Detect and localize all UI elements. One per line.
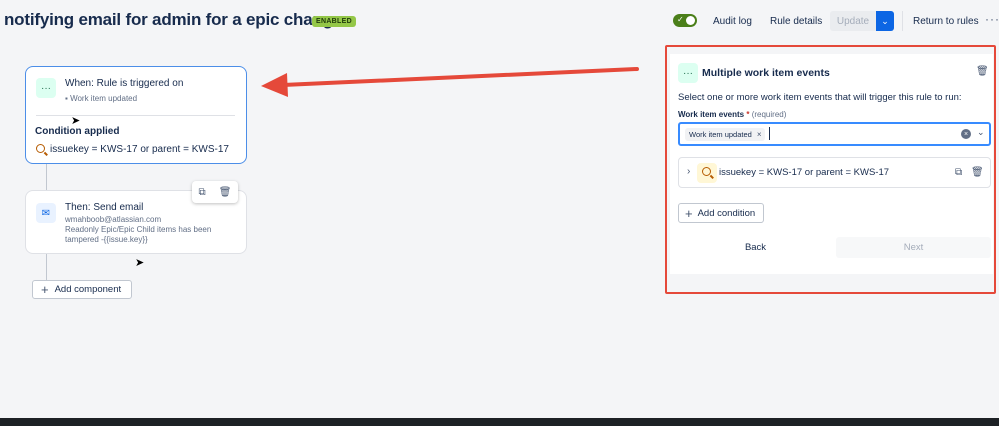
check-icon: ✓ — [677, 15, 684, 24]
trash-icon[interactable]: 🗑 — [219, 187, 232, 198]
return-to-rules-link[interactable]: Return to rules — [913, 16, 979, 27]
footer-bar — [0, 418, 999, 426]
mouse-cursor-icon: ➤ — [71, 115, 81, 127]
more-dots-icon: ··· — [36, 78, 56, 98]
more-options-button[interactable]: ··· — [985, 12, 999, 26]
audit-log-link[interactable]: Audit log — [713, 16, 752, 27]
action-body-line1: Readonly Epic/Epic Child items has been — [65, 225, 212, 234]
plus-icon: + — [41, 282, 49, 297]
email-icon: ✉ — [36, 203, 56, 223]
mouse-cursor-icon: ➤ — [135, 257, 145, 269]
card-divider — [36, 115, 235, 116]
chevron-down-icon: ⌄ — [881, 15, 889, 26]
card-toolbar: ⧉ 🗑 — [192, 181, 238, 203]
condition-label: Condition applied — [35, 126, 120, 137]
status-badge: ENABLED — [312, 16, 356, 27]
action-recipient: wmahboob@atlassian.com — [65, 215, 162, 224]
condition-text: issuekey = KWS-17 or parent = KWS-17 — [50, 144, 229, 155]
rule-details-link[interactable]: Rule details — [770, 16, 822, 27]
action-title: Then: Send email — [65, 202, 144, 213]
annotation-arrow — [261, 67, 639, 97]
action-body-line2: tampered -{{issue.key}} — [65, 235, 148, 244]
flow-connector — [46, 164, 47, 190]
copy-icon[interactable]: ⧉ — [199, 187, 206, 198]
update-button[interactable]: Update — [830, 11, 876, 31]
add-component-button[interactable]: + Add component — [32, 280, 132, 299]
header-divider — [902, 11, 903, 31]
flow-connector — [46, 254, 47, 280]
annotation-highlight-box — [665, 45, 996, 294]
update-dropdown-button[interactable]: ⌄ — [876, 11, 894, 31]
trigger-card[interactable]: ··· When: Rule is triggered on ▪ Work it… — [25, 66, 247, 164]
rule-enabled-toggle[interactable]: ✓ — [673, 14, 697, 27]
trigger-title: When: Rule is triggered on — [65, 78, 184, 89]
search-icon — [36, 144, 45, 153]
trigger-event: ▪ Work item updated — [65, 94, 138, 103]
page-title: notifying email for admin for a epic cha… — [4, 10, 343, 29]
add-component-label: Add component — [54, 284, 122, 295]
